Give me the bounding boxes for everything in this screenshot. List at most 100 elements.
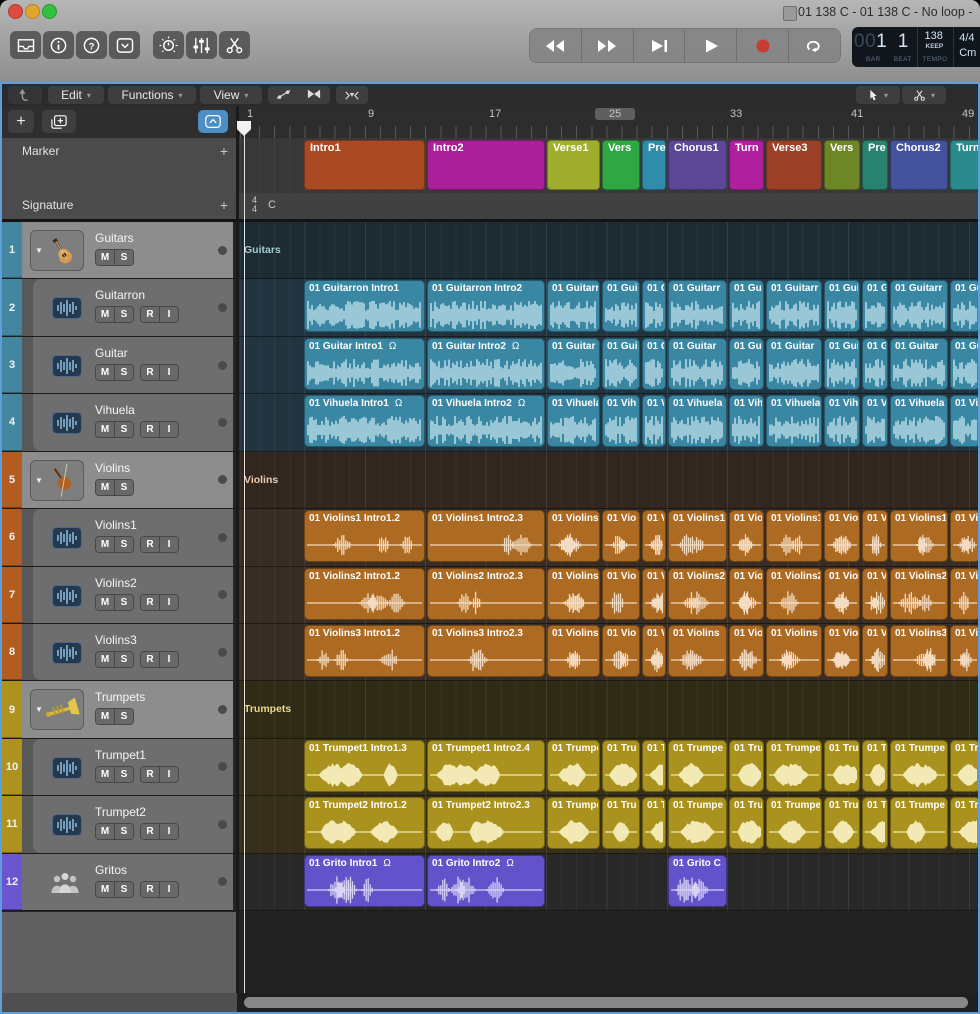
- region-01-violins1[interactable]: 01 Violins1: [547, 510, 600, 562]
- cycle-button[interactable]: [789, 29, 840, 62]
- region-01-gui[interactable]: 01 Gui: [824, 280, 860, 332]
- automation-icon[interactable]: [274, 87, 294, 104]
- record-enable-button[interactable]: R: [141, 307, 159, 322]
- region-01-violins2-intro1.2[interactable]: 01 Violins2 Intro1.2: [304, 568, 425, 620]
- record-enable-button[interactable]: R: [141, 537, 159, 552]
- track-name[interactable]: Vihuela: [95, 403, 135, 417]
- mute-button[interactable]: M: [96, 307, 114, 322]
- region-01-guitarron-intro2[interactable]: 01 Guitarron Intro2: [427, 280, 545, 332]
- region-01-guitar[interactable]: 01 Guitar: [766, 338, 822, 390]
- record-enable-button[interactable]: R: [141, 652, 159, 667]
- input-monitor-button[interactable]: I: [159, 365, 178, 380]
- mute-button[interactable]: M: [96, 250, 114, 265]
- record-enable-button[interactable]: R: [141, 882, 159, 897]
- minimize-window-button[interactable]: [25, 4, 40, 19]
- region-01-tr[interactable]: 01 Tr: [950, 797, 980, 849]
- secondary-tool-selector[interactable]: ▾: [902, 86, 946, 104]
- marker-vers[interactable]: Vers: [824, 140, 860, 190]
- region-01-t[interactable]: 01 T: [862, 797, 888, 849]
- region-01-guitarron-intro1[interactable]: 01 Guitarron Intro1: [304, 280, 425, 332]
- duplicate-track-button[interactable]: [42, 110, 76, 133]
- region-01-trumpet1-intro2.4[interactable]: 01 Trumpet1 Intro2.4: [427, 740, 545, 792]
- region-01-guitarr[interactable]: 01 Guitarr: [766, 280, 822, 332]
- solo-button[interactable]: S: [114, 307, 133, 322]
- solo-button[interactable]: S: [114, 480, 133, 495]
- region-01-grito-intro2[interactable]: 01 Grito Intro2Ω: [427, 855, 545, 907]
- region-01-gui[interactable]: 01 Gui: [602, 338, 640, 390]
- region-01-trumpe[interactable]: 01 Trumpe: [766, 797, 822, 849]
- region-01-vio[interactable]: 01 Vio: [729, 625, 764, 677]
- disclosure-triangle-icon[interactable]: ▼: [35, 246, 43, 255]
- track-icon-box[interactable]: ▼: [30, 230, 84, 271]
- track-header-violins2[interactable]: 7Violins2MSRI: [0, 567, 236, 624]
- record-enable-button[interactable]: R: [141, 422, 159, 437]
- region-01-gu[interactable]: 01 Gu: [950, 280, 980, 332]
- region-01-vio[interactable]: 01 Vio: [602, 625, 640, 677]
- add-marker-button[interactable]: +: [220, 143, 228, 159]
- region-01-vi[interactable]: 01 Vi: [642, 395, 666, 447]
- region-01-violins[interactable]: 01 Violins: [766, 625, 822, 677]
- track-header-guitarron[interactable]: 2GuitarronMSRI: [0, 279, 236, 336]
- disclosure-triangle-icon[interactable]: ▼: [35, 476, 43, 485]
- mute-button[interactable]: M: [96, 537, 114, 552]
- mute-button[interactable]: M: [96, 767, 114, 782]
- track-name[interactable]: Guitar: [95, 346, 128, 360]
- toolbar-toggle-button[interactable]: [109, 31, 140, 59]
- signature-track-header[interactable]: Signature +: [2, 193, 236, 219]
- record-enable-button[interactable]: R: [141, 595, 159, 610]
- solo-button[interactable]: S: [114, 595, 133, 610]
- region-01-vih[interactable]: 01 Vih: [602, 395, 640, 447]
- marker-verse1[interactable]: Verse1: [547, 140, 600, 190]
- catch-playhead-button[interactable]: [336, 86, 368, 104]
- region-01-v[interactable]: 01 V: [862, 625, 888, 677]
- region-01-gui[interactable]: 01 Gui: [824, 338, 860, 390]
- region-01-guitar-v[interactable]: 01 Guitar V: [547, 338, 600, 390]
- region-01-vi[interactable]: 01 Vi: [950, 568, 980, 620]
- track-name[interactable]: Violins2: [95, 576, 137, 590]
- track-header-guitars[interactable]: 1▼GuitarsMS: [0, 222, 236, 279]
- region-01-guitarr[interactable]: 01 Guitarr: [668, 280, 727, 332]
- region-01-guitar-intro2[interactable]: 01 Guitar Intro2Ω: [427, 338, 545, 390]
- track-name[interactable]: Trumpets: [95, 690, 145, 704]
- marker-turn[interactable]: Turn: [729, 140, 764, 190]
- track-icon-box[interactable]: ▼: [30, 689, 84, 730]
- region-01-tru[interactable]: 01 Tru: [602, 740, 640, 792]
- view-menu[interactable]: View▾: [200, 86, 262, 104]
- input-monitor-button[interactable]: I: [159, 537, 178, 552]
- region-01-trumpet2-intro2.3[interactable]: 01 Trumpet2 Intro2.3: [427, 797, 545, 849]
- track-name[interactable]: Guitarron: [95, 288, 145, 302]
- functions-menu[interactable]: Functions▾: [108, 86, 196, 104]
- track-header-vihuela[interactable]: 4VihuelaMSRI: [0, 394, 236, 451]
- lcd-display[interactable]: 001 BAR 1 BEAT 138 KEEP TEMPO 4/4 Cm: [852, 27, 980, 67]
- track-name[interactable]: Trumpet2: [95, 805, 146, 819]
- region-01-guitar[interactable]: 01 Guitar: [890, 338, 948, 390]
- region-01-v[interactable]: 01 V: [862, 510, 888, 562]
- track-header-violins1[interactable]: 6Violins1MSRI: [0, 509, 236, 566]
- input-monitor-button[interactable]: I: [159, 307, 178, 322]
- forward-button[interactable]: [582, 29, 634, 62]
- region-01-tru[interactable]: 01 Tru: [602, 797, 640, 849]
- region-01-gui[interactable]: 01 Gui: [729, 338, 764, 390]
- region-01-tr[interactable]: 01 Tr: [950, 740, 980, 792]
- marker-intro2[interactable]: Intro2: [427, 140, 545, 190]
- region-01-violins1-intro2.3[interactable]: 01 Violins1 Intro2.3: [427, 510, 545, 562]
- region-01-v[interactable]: 01 V: [862, 395, 888, 447]
- solo-button[interactable]: S: [114, 365, 133, 380]
- bar-ruler[interactable]: 191725334149: [236, 106, 980, 138]
- region-01-g[interactable]: 01 G: [642, 280, 666, 332]
- region-01-g[interactable]: 01 G: [862, 280, 888, 332]
- region-01-vi[interactable]: 01 Vi: [642, 568, 666, 620]
- region-01-gu[interactable]: 01 Gu: [950, 338, 980, 390]
- region-01-trumpe[interactable]: 01 Trumpe: [890, 797, 948, 849]
- marker-chorus1[interactable]: Chorus1: [668, 140, 727, 190]
- region-01-vih[interactable]: 01 Vih: [729, 395, 764, 447]
- track-header-trumpets[interactable]: 9▼TrumpetsMS: [0, 681, 236, 738]
- track-header-guitar[interactable]: 3GuitarMSRI: [0, 337, 236, 394]
- region-01-grito-intro1[interactable]: 01 Grito Intro1Ω: [304, 855, 425, 907]
- region-01-trumpe[interactable]: 01 Trumpe: [766, 740, 822, 792]
- mute-button[interactable]: M: [96, 422, 114, 437]
- mute-button[interactable]: M: [96, 365, 114, 380]
- solo-button[interactable]: S: [114, 767, 133, 782]
- add-signature-button[interactable]: +: [220, 197, 228, 213]
- input-monitor-button[interactable]: I: [159, 422, 178, 437]
